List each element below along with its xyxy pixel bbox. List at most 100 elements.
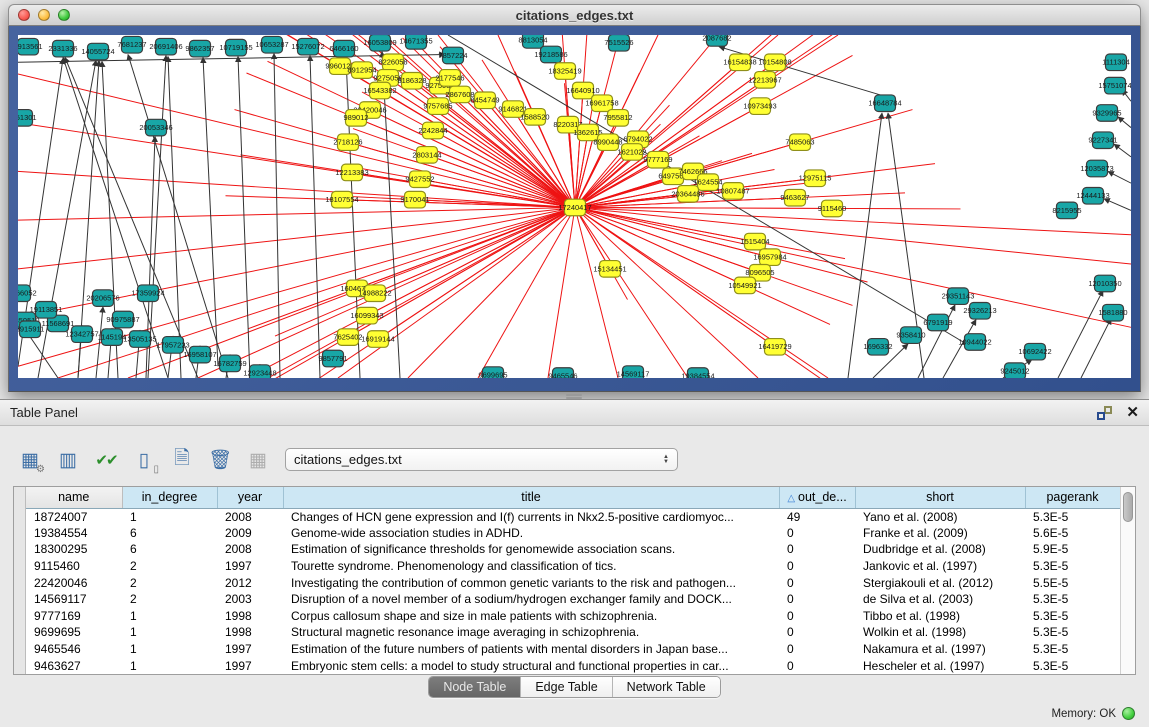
citation-edge-black[interactable] [1081, 319, 1111, 378]
new-column-icon[interactable]: 🗎 [168, 446, 196, 474]
node[interactable]: 17359924 [131, 285, 164, 302]
citation-edge-black[interactable] [168, 56, 181, 378]
selected-node[interactable]: 8226058 [378, 54, 407, 71]
cell-in_degree[interactable]: 6 [122, 541, 217, 558]
memory-ok-icon[interactable] [1122, 707, 1135, 720]
cell-pagerank[interactable]: 5.3E-5 [1025, 657, 1120, 674]
select-column-icon[interactable]: ▥ [54, 446, 82, 474]
cell-title[interactable]: Estimation of significance thresholds fo… [283, 541, 779, 558]
selected-node[interactable]: 8186328 [397, 73, 426, 90]
cell-short[interactable]: Yano et al. (2008) [855, 508, 1025, 525]
cell-name[interactable]: 18724007 [26, 508, 122, 525]
cell-short[interactable]: Wolkin et al. (1998) [855, 624, 1025, 641]
node[interactable]: 10692422 [1018, 343, 1051, 360]
node[interactable]: 16648784 [868, 95, 901, 112]
selected-node[interactable]: 7485063 [785, 134, 814, 151]
cell-out_degree[interactable]: 0 [779, 641, 855, 658]
table-settings-icon[interactable]: ▦⚙ [16, 446, 44, 474]
citation-edge-black[interactable] [274, 54, 280, 378]
node[interactable]: 10653287 [255, 36, 288, 53]
selected-node[interactable]: 989012 [344, 110, 369, 127]
column-header-short[interactable]: short [855, 487, 1025, 508]
node[interactable]: 12444133 [1076, 187, 1109, 204]
cell-name[interactable]: 9463627 [26, 657, 122, 674]
node[interactable]: 9358410 [896, 327, 925, 344]
cell-in_degree[interactable]: 1 [122, 508, 217, 525]
cell-out_degree[interactable]: 0 [779, 541, 855, 558]
node[interactable]: 29351143 [942, 288, 975, 305]
citation-edge-black[interactable] [1108, 171, 1131, 183]
cell-year[interactable]: 2003 [217, 591, 283, 608]
node[interactable]: 10944022 [958, 334, 991, 351]
node[interactable]: 9465546 [548, 368, 577, 378]
citation-edge-red[interactable] [575, 207, 1131, 234]
table-row[interactable]: 1830029562008Estimation of significance … [26, 541, 1120, 558]
cell-title[interactable]: Genome-wide association studies in ADHD. [283, 525, 779, 542]
cell-in_degree[interactable]: 2 [122, 574, 217, 591]
vertical-scrollbar[interactable] [1120, 487, 1135, 674]
citation-edge-red[interactable] [575, 91, 583, 208]
selected-node[interactable]: 2803144 [412, 147, 441, 164]
cell-out_degree[interactable]: 0 [779, 574, 855, 591]
node[interactable]: 16053809 [363, 35, 396, 51]
selected-node[interactable]: 18107554 [325, 191, 358, 208]
cell-in_degree[interactable]: 6 [122, 525, 217, 542]
node[interactable]: 14055724 [81, 43, 114, 60]
cell-out_degree[interactable]: 0 [779, 657, 855, 674]
citation-edge-red[interactable] [575, 207, 828, 378]
clear-selection-icon[interactable]: ▯▯ [130, 446, 158, 474]
cell-out_degree[interactable]: 0 [779, 608, 855, 625]
node[interactable]: 7857224 [438, 47, 467, 64]
cell-year[interactable]: 1997 [217, 657, 283, 674]
selected-node[interactable]: 9427552 [405, 171, 434, 188]
node[interactable]: 2331336 [48, 40, 77, 57]
cell-out_degree[interactable]: 0 [779, 558, 855, 575]
selected-node[interactable]: 15134451 [593, 261, 626, 278]
cell-pagerank[interactable]: 5.3E-5 [1025, 558, 1120, 575]
selected-node[interactable]: 1588520 [520, 109, 549, 126]
citation-edge-red[interactable] [235, 207, 576, 378]
cell-name[interactable]: 9465546 [26, 641, 122, 658]
cell-title[interactable]: Corpus callosum shape and size in male p… [283, 608, 779, 625]
scrollbar-thumb[interactable] [1123, 492, 1133, 522]
cell-name[interactable]: 22420046 [26, 574, 122, 591]
tab-edge-table[interactable]: Edge Table [521, 677, 612, 697]
citation-edge-black[interactable] [310, 55, 320, 378]
selected-node[interactable]: 12213383 [335, 164, 368, 181]
citation-edge-red[interactable] [268, 207, 575, 378]
node[interactable]: 1696332 [863, 339, 892, 356]
selected-node[interactable]: 9170041 [400, 191, 429, 208]
node[interactable]: 20053346 [139, 119, 172, 136]
cell-in_degree[interactable]: 1 [122, 641, 217, 658]
cell-title[interactable]: Estimation of the future numbers of pati… [283, 641, 779, 658]
cell-year[interactable]: 1998 [217, 624, 283, 641]
citation-edge-black[interactable] [1114, 144, 1131, 157]
cell-title[interactable]: Embryonic stem cells: a model to study s… [283, 657, 779, 674]
node[interactable]: 1145194 [98, 329, 127, 346]
column-header-year[interactable]: year [217, 487, 283, 508]
cell-name[interactable]: 9115460 [26, 558, 122, 575]
citation-edge-red[interactable] [575, 207, 610, 268]
cell-short[interactable]: Hescheler et al. (1997) [855, 657, 1025, 674]
selected-node[interactable]: 16419729 [758, 339, 791, 356]
import-table-icon[interactable]: ▦ [244, 446, 272, 474]
selected-node[interactable]: 8912954 [347, 62, 376, 79]
citation-edge-black[interactable] [238, 56, 250, 378]
node[interactable]: 10719155 [219, 39, 252, 56]
node[interactable]: 2051301 [18, 110, 37, 127]
node[interactable]: 19384554 [681, 368, 714, 378]
cell-year[interactable]: 2008 [217, 541, 283, 558]
cell-pagerank[interactable]: 5.3E-5 [1025, 608, 1120, 625]
node[interactable]: 29326213 [963, 302, 996, 319]
cell-title[interactable]: Tourette syndrome. Phenomenology and cla… [283, 558, 779, 575]
selected-node[interactable]: 16957984 [753, 249, 786, 266]
cell-name[interactable]: 9777169 [26, 608, 122, 625]
node[interactable]: 28266052 [18, 285, 37, 302]
selected-node[interactable]: 10973493 [743, 98, 776, 115]
table-row[interactable]: 911546021997Tourette syndrome. Phenomeno… [26, 558, 1120, 575]
selected-node[interactable]: 1515404 [740, 233, 769, 250]
citation-edge-red[interactable] [575, 207, 1131, 264]
tab-node-table[interactable]: Node Table [429, 677, 521, 697]
selected-node[interactable]: 18325419 [548, 63, 581, 80]
cell-short[interactable]: Jankovic et al. (1997) [855, 558, 1025, 575]
